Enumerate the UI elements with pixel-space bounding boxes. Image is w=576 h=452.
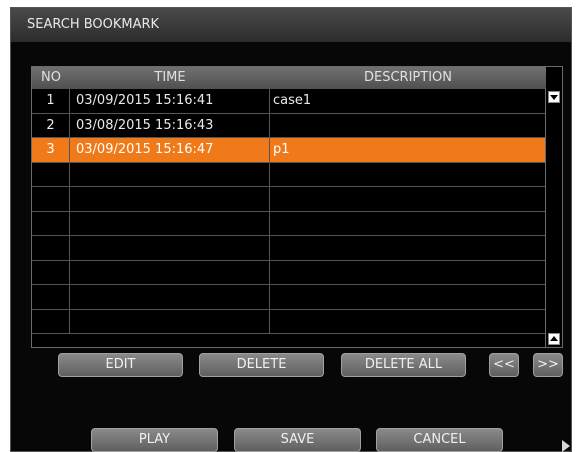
next-page-button[interactable]: >> [533,353,563,377]
column-header-description: DESCRIPTION [364,70,452,85]
scroll-down-button[interactable] [548,91,560,103]
arrow-up-icon [550,336,558,341]
cell-description [270,261,546,285]
cell-time [70,162,270,186]
table-scrollbar[interactable] [545,89,562,347]
play-button[interactable]: PLAY [91,428,218,452]
cell-description [270,310,546,334]
table-row[interactable] [32,260,546,285]
table-row[interactable]: 1 03/09/2015 15:16:41 case1 [32,89,546,114]
cell-description: case1 [273,93,312,108]
table-row[interactable] [32,187,546,212]
cell-time [70,211,270,235]
cell-description [270,163,546,187]
scroll-up-button[interactable] [548,333,560,345]
cell-description: p1 [273,142,290,157]
cell-no [32,236,70,260]
table-row[interactable] [32,285,546,310]
table-body: 1 03/09/2015 15:16:41 case1 2 03/08/2015… [32,89,546,334]
table-row[interactable]: 2 03/08/2015 15:16:43 [32,113,546,138]
delete-button[interactable]: DELETE [199,353,324,377]
table-row-selected[interactable]: 3 03/09/2015 15:16:47 p1 [32,138,546,163]
cell-no [32,309,70,333]
cell-description [270,212,546,236]
cell-no: 2 [32,113,70,137]
cell-no [32,162,70,186]
cell-time [70,260,270,284]
previous-page-button[interactable]: << [489,353,519,377]
cell-time [70,285,270,309]
table-row[interactable] [32,162,546,187]
cell-time [70,187,270,211]
edit-button[interactable]: EDIT [58,353,183,377]
cell-no [32,211,70,235]
cell-time: 03/08/2015 15:16:43 [70,113,270,137]
cell-time [70,236,270,260]
cell-time [70,309,270,333]
cell-time: 03/09/2015 15:16:41 [70,89,270,113]
search-bookmark-dialog: SEARCH BOOKMARK NO TIME DESCRIPTION 1 03… [10,7,572,452]
table-row[interactable] [32,309,546,334]
table-row[interactable] [32,236,546,261]
cell-description [270,187,546,211]
bookmark-table: NO TIME DESCRIPTION 1 03/09/2015 15:16:4… [31,66,563,348]
arrow-down-icon [550,95,558,100]
table-header: NO TIME DESCRIPTION [32,67,546,89]
cell-time: 03/09/2015 15:16:47 [70,138,270,162]
cell-description [270,236,546,260]
cell-no [32,187,70,211]
mouse-cursor-icon [562,440,570,452]
column-header-time: TIME [154,70,186,85]
cell-description [270,285,546,309]
delete-all-button[interactable]: DELETE ALL [341,353,466,377]
cell-description [270,114,546,138]
column-header-no: NO [41,70,61,85]
cell-no: 1 [32,89,70,113]
cancel-button[interactable]: CANCEL [376,428,503,452]
table-row[interactable] [32,211,546,236]
cell-no: 3 [32,138,70,162]
cell-no [32,260,70,284]
cell-no [32,285,70,309]
save-button[interactable]: SAVE [234,428,361,452]
dialog-title: SEARCH BOOKMARK [11,8,571,42]
